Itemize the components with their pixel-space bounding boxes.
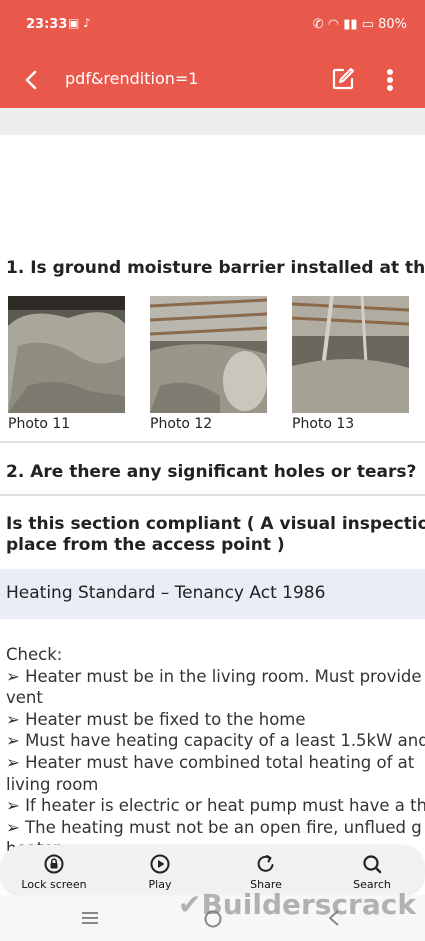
play-button[interactable]: Play (120, 853, 200, 891)
share-icon (257, 855, 274, 872)
question-1: 1. Is ground moisture barrier installed … (6, 258, 425, 278)
app-bar: pdf&rendition=1 (0, 52, 425, 108)
search-icon (363, 855, 382, 874)
page-separator (0, 108, 425, 135)
checklist: Check: ➢ Heater must be in the living ro… (6, 644, 425, 860)
notification-icons: ▣ ♪ (68, 16, 91, 30)
checklist-line: living room (6, 774, 99, 794)
question-3-line: place from the access point ) (6, 535, 285, 555)
photo-11 (8, 296, 125, 413)
section-heading-text: Heating Standard – Tenancy Act 1986 (6, 583, 326, 603)
checklist-line: ➢ Heater must be fixed to the home (6, 709, 306, 729)
checklist-line: Check: (6, 645, 63, 664)
photo-12 (150, 296, 267, 413)
section-heading: Heating Standard – Tenancy Act 1986 (0, 569, 425, 619)
photo-caption: Photo 11 (8, 416, 71, 432)
checklist-line: ➢ Must have heating capacity of a least … (6, 731, 425, 751)
battery-percent: 80% (378, 17, 407, 32)
builderscrack-watermark: ✔Builderscrack (178, 888, 416, 921)
pdf-document-view[interactable]: 1. Is ground moisture barrier installed … (0, 108, 425, 913)
checklist-line: ➢ The heating must not be an open fire, … (6, 817, 422, 837)
divider (0, 441, 425, 443)
photo-13 (292, 296, 409, 413)
question-3-line: Is this section compliant ( A visual ins… (6, 514, 425, 534)
photo-caption: Photo 13 (292, 416, 355, 432)
lock-screen-label: Lock screen (21, 878, 87, 891)
recent-apps-icon[interactable] (80, 907, 100, 929)
question-3: Is this section compliant ( A visual ins… (6, 514, 425, 556)
checklist-line: ➢ If heater is electric or heat pump mus… (6, 796, 425, 816)
lock-screen-icon (44, 854, 64, 874)
share-button[interactable]: Share (226, 853, 306, 891)
checklist-line: ➢ Heater must have combined total heatin… (6, 752, 415, 772)
question-2: 2. Are there any significant holes or te… (6, 462, 417, 482)
play-icon (150, 854, 170, 874)
checklist-line: ➢ Heater must be in the living room. Mus… (6, 666, 422, 686)
checklist-line: vent (6, 688, 43, 708)
page-title: pdf&rendition=1 (65, 69, 199, 88)
watermark-check-icon: ✔ (178, 888, 202, 921)
back-arrow-icon[interactable] (20, 66, 44, 94)
edit-icon[interactable] (330, 66, 356, 92)
lock-screen-button[interactable]: Lock screen (14, 853, 94, 891)
play-label: Play (148, 878, 172, 891)
status-time: 23:33 (26, 17, 68, 32)
divider (0, 494, 425, 496)
signal-icons: ✆ ◠ ▮▮ ▭ (312, 17, 379, 32)
status-right: ✆ ◠ ▮▮ ▭ 80% (313, 17, 407, 32)
watermark-text: Builderscrack (201, 888, 416, 921)
search-button[interactable]: Search (332, 853, 412, 891)
status-bar: 23:33 ▣ ♪ ✆ ◠ ▮▮ ▭ 80% (0, 0, 425, 52)
photo-caption: Photo 12 (150, 416, 213, 432)
more-options-icon[interactable] (380, 66, 400, 94)
